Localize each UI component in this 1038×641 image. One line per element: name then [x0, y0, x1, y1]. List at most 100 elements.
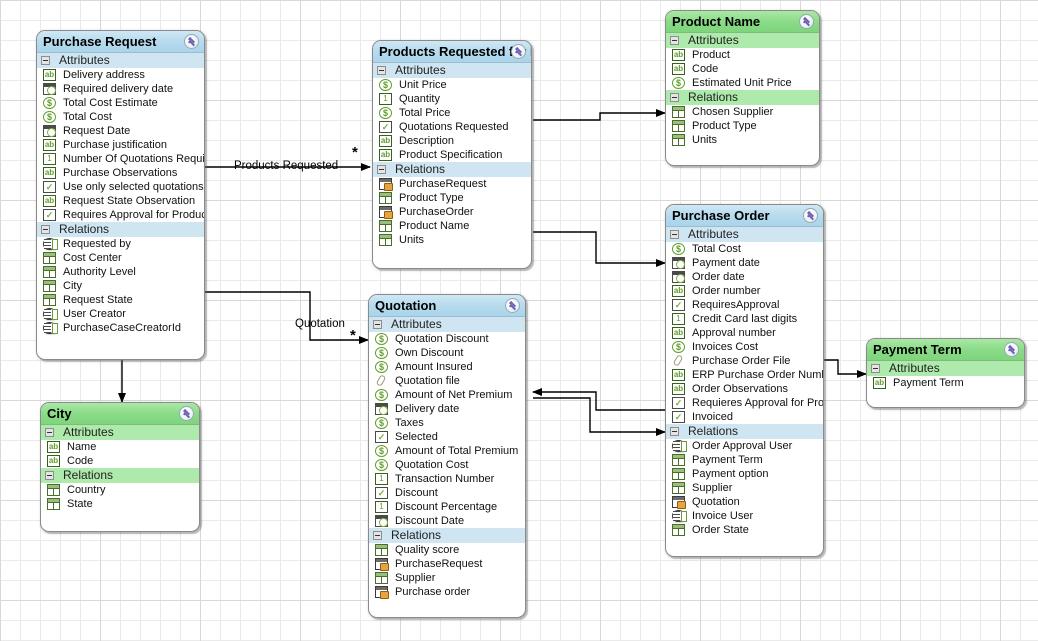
- relation-row[interactable]: Supplier: [369, 571, 525, 585]
- attribute-row[interactable]: Purchase Observations: [37, 166, 204, 180]
- relation-row[interactable]: Invoice User: [666, 509, 823, 523]
- section-header-relations[interactable]: Relations: [373, 162, 531, 177]
- section-header-attributes[interactable]: Attributes: [41, 425, 199, 440]
- section-header-relations[interactable]: Relations: [666, 424, 823, 439]
- attribute-row[interactable]: Use only selected quotations: [37, 180, 204, 194]
- attribute-row[interactable]: Request Date: [37, 124, 204, 138]
- attribute-row[interactable]: Own Discount: [369, 346, 525, 360]
- relation-row[interactable]: Country: [41, 483, 199, 497]
- relation-row[interactable]: Product Type: [666, 119, 819, 133]
- chevron-up-icon[interactable]: [184, 34, 199, 49]
- attribute-row[interactable]: Request State Observation: [37, 194, 204, 208]
- attribute-row[interactable]: Taxes: [369, 416, 525, 430]
- entity-products-requested-for[interactable]: Products Requested for Pro Attributes Un…: [372, 40, 532, 269]
- section-header-relations[interactable]: Relations: [41, 468, 199, 483]
- relation-row[interactable]: City: [37, 279, 204, 293]
- relation-row[interactable]: State: [41, 497, 199, 511]
- section-header-relations[interactable]: Relations: [666, 90, 819, 105]
- relation-row[interactable]: Request State: [37, 293, 204, 307]
- relation-row[interactable]: Requested by: [37, 237, 204, 251]
- collapse-toggle-icon[interactable]: [670, 36, 679, 45]
- section-header-attributes[interactable]: Attributes: [37, 53, 204, 68]
- attribute-row[interactable]: Total Cost Estimate: [37, 96, 204, 110]
- relation-row[interactable]: Cost Center: [37, 251, 204, 265]
- collapse-toggle-icon[interactable]: [373, 531, 382, 540]
- attribute-row[interactable]: Order Observations: [666, 382, 823, 396]
- relation-row[interactable]: Purchase order: [369, 585, 525, 599]
- relation-row[interactable]: Units: [373, 233, 531, 247]
- collapse-toggle-icon[interactable]: [670, 427, 679, 436]
- entity-payment-term[interactable]: Payment Term Attributes Payment Term: [866, 338, 1025, 408]
- attribute-row[interactable]: Quotations Requested: [373, 120, 531, 134]
- attribute-row[interactable]: Unit Price: [373, 78, 531, 92]
- section-header-attributes[interactable]: Attributes: [867, 361, 1024, 376]
- chevron-up-icon[interactable]: [511, 44, 526, 59]
- relation-row[interactable]: Payment Term: [666, 453, 823, 467]
- attribute-row[interactable]: Payment Term: [867, 376, 1024, 390]
- attribute-row[interactable]: RequiresApproval: [666, 298, 823, 312]
- attribute-row[interactable]: Discount Date: [369, 514, 525, 528]
- chevron-up-icon[interactable]: [799, 14, 814, 29]
- chevron-up-icon[interactable]: [1004, 342, 1019, 357]
- attribute-row[interactable]: Name: [41, 440, 199, 454]
- chevron-up-icon[interactable]: [803, 208, 818, 223]
- attribute-row[interactable]: Product Specification: [373, 148, 531, 162]
- entity-product-name[interactable]: Product Name Attributes Product Code Est…: [665, 10, 820, 166]
- attribute-row[interactable]: Product: [666, 48, 819, 62]
- collapse-toggle-icon[interactable]: [377, 66, 386, 75]
- attribute-row[interactable]: Number Of Quotations Required: [37, 152, 204, 166]
- attribute-row[interactable]: Approval number: [666, 326, 823, 340]
- section-header-attributes[interactable]: Attributes: [666, 227, 823, 242]
- attribute-row[interactable]: Requieres Approval for Products: [666, 396, 823, 410]
- attribute-row[interactable]: Invoices Cost: [666, 340, 823, 354]
- collapse-toggle-icon[interactable]: [670, 230, 679, 239]
- relation-row[interactable]: Quality score: [369, 543, 525, 557]
- attribute-row[interactable]: Quotation Cost: [369, 458, 525, 472]
- attribute-row[interactable]: Description: [373, 134, 531, 148]
- collapse-toggle-icon[interactable]: [373, 320, 382, 329]
- attribute-row[interactable]: Total Price: [373, 106, 531, 120]
- attribute-row[interactable]: Discount: [369, 486, 525, 500]
- attribute-row[interactable]: Order date: [666, 270, 823, 284]
- attribute-row[interactable]: Total Cost: [37, 110, 204, 124]
- relation-row[interactable]: PurchaseOrder: [373, 205, 531, 219]
- collapse-toggle-icon[interactable]: [377, 165, 386, 174]
- entity-purchase-request[interactable]: Purchase Request Attributes Delivery add…: [36, 30, 205, 360]
- attribute-row[interactable]: Requires Approval for Products: [37, 208, 204, 222]
- section-header-relations[interactable]: Relations: [369, 528, 525, 543]
- attribute-row[interactable]: Order number: [666, 284, 823, 298]
- relation-row[interactable]: PurchaseRequest: [369, 557, 525, 571]
- relation-row[interactable]: Quotation: [666, 495, 823, 509]
- attribute-row[interactable]: Required delivery date: [37, 82, 204, 96]
- relation-row[interactable]: PurchaseCaseCreatorId: [37, 321, 204, 335]
- attribute-row[interactable]: Quotation file: [369, 374, 525, 388]
- relation-row[interactable]: Authority Level: [37, 265, 204, 279]
- collapse-toggle-icon[interactable]: [45, 428, 54, 437]
- attribute-row[interactable]: Estimated Unit Price: [666, 76, 819, 90]
- relation-row[interactable]: Chosen Supplier: [666, 105, 819, 119]
- section-header-attributes[interactable]: Attributes: [373, 63, 531, 78]
- chevron-up-icon[interactable]: [179, 406, 194, 421]
- section-header-attributes[interactable]: Attributes: [666, 33, 819, 48]
- entity-quotation[interactable]: Quotation Attributes Quotation Discount …: [368, 294, 526, 618]
- relation-row[interactable]: Product Name: [373, 219, 531, 233]
- diagram-canvas[interactable]: Products Requested * Quotation * Purchas…: [0, 0, 1038, 641]
- section-header-relations[interactable]: Relations: [37, 222, 204, 237]
- attribute-row[interactable]: Credit Card last digits: [666, 312, 823, 326]
- relation-row[interactable]: Payment option: [666, 467, 823, 481]
- relation-row[interactable]: User Creator: [37, 307, 204, 321]
- relation-row[interactable]: Order State: [666, 523, 823, 537]
- attribute-row[interactable]: Code: [41, 454, 199, 468]
- attribute-row[interactable]: Amount of Total Premium: [369, 444, 525, 458]
- attribute-row[interactable]: ERP Purchase Order Number: [666, 368, 823, 382]
- attribute-row[interactable]: Total Cost: [666, 242, 823, 256]
- collapse-toggle-icon[interactable]: [670, 93, 679, 102]
- attribute-row[interactable]: Code: [666, 62, 819, 76]
- attribute-row[interactable]: Amount of Net Premium: [369, 388, 525, 402]
- relation-row[interactable]: PurchaseRequest: [373, 177, 531, 191]
- collapse-toggle-icon[interactable]: [41, 225, 50, 234]
- entity-purchase-order[interactable]: Purchase Order Attributes Total Cost Pay…: [665, 204, 824, 557]
- relation-row[interactable]: Supplier: [666, 481, 823, 495]
- attribute-row[interactable]: Quotation Discount: [369, 332, 525, 346]
- section-header-attributes[interactable]: Attributes: [369, 317, 525, 332]
